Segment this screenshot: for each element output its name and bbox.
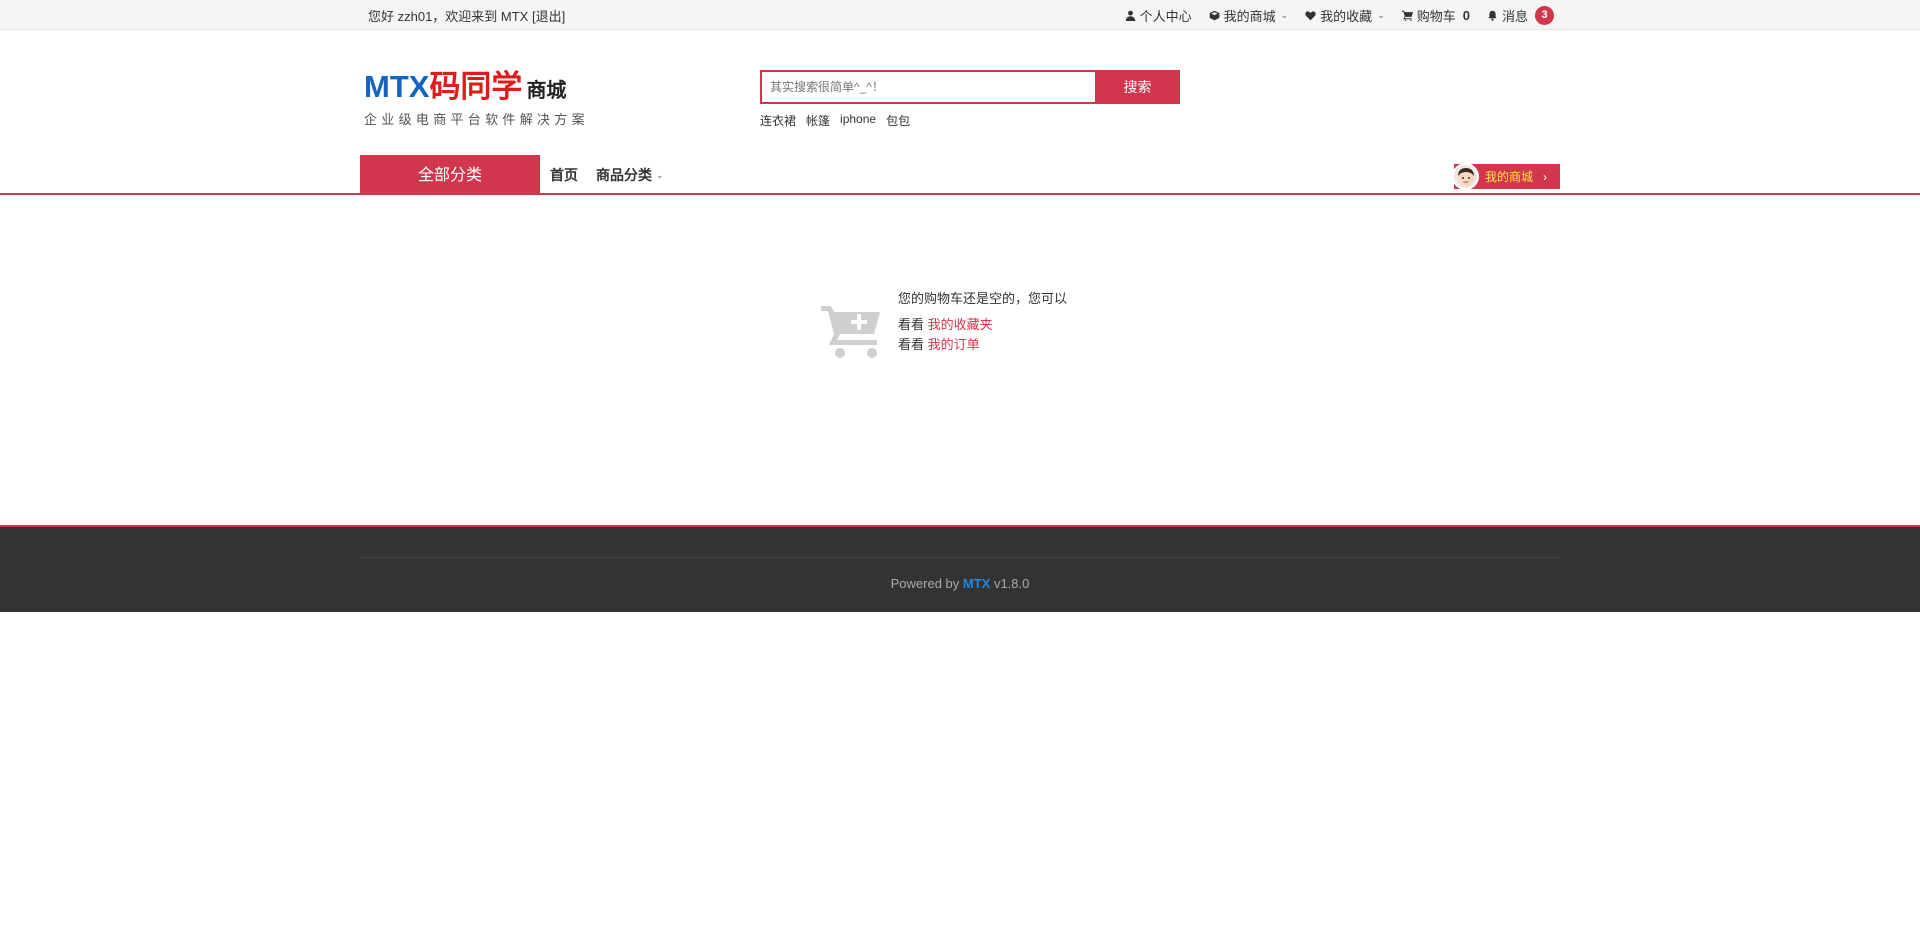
- favorites-label: 我的收藏: [1320, 8, 1373, 24]
- user-center-label: 个人中心: [1139, 8, 1192, 24]
- message-count-badge: 3: [1535, 5, 1554, 25]
- hot-keyword[interactable]: 连衣裙: [760, 112, 796, 129]
- version-text: v1.8.0: [990, 576, 1030, 591]
- logo-mtx: MTX: [364, 69, 430, 104]
- footer-divider: [360, 557, 1560, 558]
- all-categories-button[interactable]: 全部分类: [360, 155, 540, 195]
- nav-item-home[interactable]: 首页: [550, 165, 578, 185]
- cart-link[interactable]: 购物车 0: [1401, 6, 1470, 25]
- cart-label: 购物车: [1416, 8, 1456, 24]
- site-logo[interactable]: MTX码同学 商城 企业级电商平台软件解决方案: [364, 70, 589, 128]
- search-button[interactable]: 搜索: [1095, 70, 1180, 104]
- orders-link[interactable]: 我的订单: [928, 337, 980, 352]
- my-shop-label: 我的商城: [1223, 8, 1276, 24]
- powered-by: Powered by MTX v1.8.0: [0, 576, 1920, 591]
- favorites-dropdown[interactable]: 我的收藏 ⌄: [1305, 6, 1385, 25]
- suggest-prefix: 看看: [898, 337, 925, 352]
- nav-home-label: 首页: [550, 167, 578, 183]
- main-nav: 全部分类 首页 商品分类 ⌄ 我的商城 ›: [0, 155, 1920, 195]
- bell-icon: [1488, 10, 1497, 21]
- suggest-favorites: 看看 我的收藏夹: [898, 315, 1067, 335]
- my-shop-button-label: 我的商城: [1485, 170, 1534, 184]
- top-bar: 您好 zzh01，欢迎来到 MTX [退出] 个人中心 我的商城 ⌄ 我的收藏 …: [0, 0, 1920, 30]
- chevron-down-icon: ⌄: [1280, 9, 1289, 20]
- logo-title: MTX码同学 商城: [364, 70, 589, 108]
- search-input[interactable]: [760, 70, 1095, 104]
- box-icon: [1209, 10, 1219, 20]
- cart-content: 您的购物车还是空的，您可以 看看 我的收藏夹 看看 我的订单: [0, 195, 1920, 525]
- top-links: 个人中心 我的商城 ⌄ 我的收藏 ⌄ 购物车 0 消息 3: [1125, 5, 1560, 25]
- messages-link[interactable]: 消息 3: [1487, 5, 1554, 25]
- logo-slogan: 企业级电商平台软件解决方案: [364, 112, 589, 127]
- cart-icon: [1401, 10, 1413, 21]
- favorites-link[interactable]: 我的收藏夹: [928, 317, 993, 332]
- user-center-link[interactable]: 个人中心: [1125, 6, 1192, 25]
- nav-item-categories[interactable]: 商品分类 ⌄: [596, 165, 664, 185]
- empty-cart-title: 您的购物车还是空的，您可以: [898, 291, 1068, 306]
- nav-categories-label: 商品分类: [596, 167, 652, 183]
- cart-count: 0: [1462, 7, 1470, 23]
- chevron-right-icon: ›: [1543, 169, 1548, 184]
- hot-keyword[interactable]: 帐篷: [806, 112, 830, 129]
- chevron-down-icon: ⌄: [1377, 9, 1385, 20]
- hot-keyword[interactable]: 包包: [886, 112, 910, 129]
- search-area: 搜索 连衣裙 帐篷 iphone 包包: [760, 70, 1180, 129]
- suggest-orders: 看看 我的订单: [898, 335, 1067, 355]
- logo-cn: 码同学: [429, 69, 523, 104]
- hot-keywords: 连衣裙 帐篷 iphone 包包: [760, 112, 1180, 129]
- user-icon: [1125, 10, 1135, 21]
- greeting-text: 您好 zzh01，欢迎来到 MTX: [368, 8, 532, 24]
- footer-brand-link[interactable]: MTX: [963, 576, 990, 591]
- logout-link[interactable]: [退出]: [532, 9, 565, 24]
- footer: Powered by MTX v1.8.0: [0, 525, 1920, 612]
- chevron-down-icon: ⌄: [656, 169, 664, 180]
- avatar-face-icon: [1457, 167, 1474, 186]
- my-shop-dropdown[interactable]: 我的商城 ⌄: [1209, 6, 1289, 25]
- avatar: [1452, 163, 1479, 190]
- empty-cart-icon: [821, 306, 880, 358]
- greeting: 您好 zzh01，欢迎来到 MTX [退出]: [360, 6, 565, 25]
- empty-cart-notice: 您的购物车还是空的，您可以 看看 我的收藏夹 看看 我的订单: [820, 288, 1120, 368]
- my-shop-button[interactable]: 我的商城 ›: [1452, 163, 1560, 190]
- heart-icon: [1305, 10, 1316, 20]
- header: MTX码同学商城 企业级电商平台软件解决方案 搜索 连衣裙 帐篷 iphone …: [0, 30, 1920, 155]
- powered-by-text: Powered by: [890, 576, 963, 591]
- logo-shop: 商城: [526, 80, 567, 102]
- suggest-prefix: 看看: [898, 317, 925, 332]
- messages-label: 消息: [1501, 8, 1528, 24]
- hot-keyword[interactable]: iphone: [840, 112, 876, 129]
